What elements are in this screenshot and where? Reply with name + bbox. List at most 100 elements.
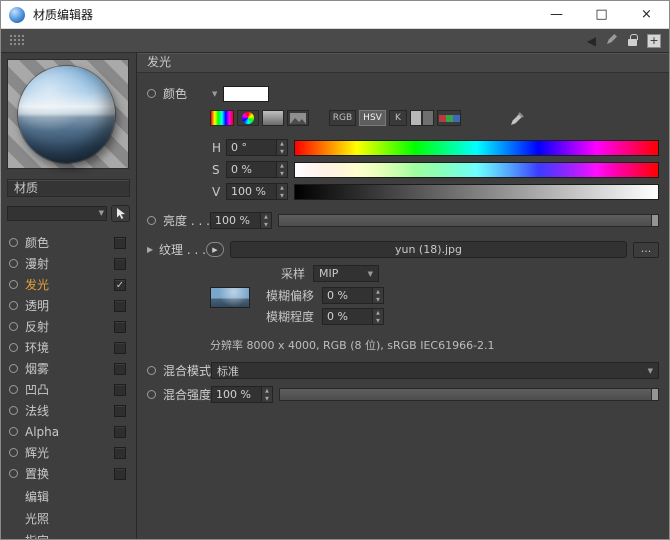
texture-file-field[interactable]: yun (18).jpg <box>230 241 627 258</box>
channel-item-environment[interactable]: 环境 <box>1 337 136 358</box>
texture-browse-button[interactable]: ... <box>633 242 659 258</box>
step-down-icon[interactable]: ▼ <box>374 296 382 302</box>
stepper-arrows[interactable]: ▲ ▼ <box>261 387 272 402</box>
slider-handle[interactable] <box>651 389 658 400</box>
image-picker-button[interactable] <box>287 110 309 126</box>
step-down-icon[interactable]: ▼ <box>278 192 286 198</box>
channel-checkbox[interactable] <box>114 426 126 438</box>
sidebar-section-assign[interactable]: 指定 <box>1 530 136 540</box>
step-down-icon[interactable]: ▼ <box>263 395 271 401</box>
texture-thumbnail[interactable] <box>210 287 250 308</box>
maximize-button[interactable]: □ <box>579 1 624 28</box>
channel-checkbox[interactable] <box>114 447 126 459</box>
keyframe-dot-icon[interactable] <box>147 366 156 375</box>
blur-offset-spinner[interactable]: 0 % ▲ ▼ <box>322 287 384 304</box>
stepper-arrows[interactable]: ▲ ▼ <box>372 309 383 324</box>
stepper-arrows[interactable]: ▲ ▼ <box>276 162 287 177</box>
channel-checkbox[interactable] <box>114 405 126 417</box>
brightness-slider[interactable] <box>278 214 659 227</box>
step-down-icon[interactable]: ▼ <box>278 170 286 176</box>
material-preview-sphere[interactable] <box>18 66 115 163</box>
minimize-button[interactable]: — <box>534 1 579 28</box>
channel-item-transparency[interactable]: 透明 <box>1 295 136 316</box>
channel-checkbox[interactable] <box>114 258 126 270</box>
channel-item-diffusion[interactable]: 漫射 <box>1 253 136 274</box>
hsv-mode-button[interactable]: HSV <box>359 110 386 126</box>
spectrum-picker-button[interactable] <box>210 110 234 126</box>
step-up-icon[interactable]: ▲ <box>263 388 271 394</box>
step-up-icon[interactable]: ▲ <box>262 214 270 220</box>
mix-mode-dropdown[interactable]: 标准 ▼ <box>211 362 659 379</box>
channel-item-displacement[interactable]: 置换 <box>1 463 136 484</box>
sidebar-section-edit[interactable]: 编辑 <box>1 486 136 508</box>
keyframe-dot-icon[interactable] <box>147 216 156 225</box>
stepper-arrows[interactable]: ▲ ▼ <box>276 140 287 155</box>
channel-item-alpha[interactable]: Alpha <box>1 421 136 442</box>
picker-mode-row: RGB HSV K <box>210 110 659 126</box>
texture-expander-icon[interactable]: ▶ <box>147 245 159 254</box>
color-wheel-button[interactable] <box>237 110 259 126</box>
texture-arrow-button[interactable]: ▶ <box>206 242 224 257</box>
pen-icon[interactable] <box>606 33 618 48</box>
stepper-arrows[interactable]: ▲ ▼ <box>372 288 383 303</box>
slider-handle[interactable] <box>651 215 658 226</box>
channel-item-color[interactable]: 颜色 <box>1 232 136 253</box>
channel-item-glow[interactable]: 辉光 <box>1 442 136 463</box>
channel-circle-icon <box>9 427 18 436</box>
mix-strength-spinner[interactable]: 100 % ▲ ▼ <box>211 386 273 403</box>
step-up-icon[interactable]: ▲ <box>374 289 382 295</box>
close-button[interactable]: × <box>624 1 669 28</box>
mixer-button[interactable] <box>410 110 434 126</box>
step-down-icon[interactable]: ▼ <box>262 221 270 227</box>
channel-checkbox[interactable]: ✓ <box>114 279 126 291</box>
saturation-spinner[interactable]: 0 % ▲ ▼ <box>226 161 288 178</box>
keyframe-dot-icon[interactable] <box>147 390 156 399</box>
step-up-icon[interactable]: ▲ <box>374 310 382 316</box>
sidebar-section-illumination[interactable]: 光照 <box>1 508 136 530</box>
channel-item-bump[interactable]: 凹凸 <box>1 379 136 400</box>
channel-item-reflectance[interactable]: 反射 <box>1 316 136 337</box>
hue-spinner[interactable]: 0 ° ▲ ▼ <box>226 139 288 156</box>
material-dropdown[interactable]: ▼ <box>7 206 107 221</box>
material-preview[interactable] <box>7 59 129 169</box>
channel-checkbox[interactable] <box>114 342 126 354</box>
blur-scale-spinner[interactable]: 0 % ▲ ▼ <box>322 308 384 325</box>
kelvin-mode-button[interactable]: K <box>389 110 407 126</box>
step-up-icon[interactable]: ▲ <box>278 163 286 169</box>
eyedropper-icon[interactable] <box>510 111 525 126</box>
saturation-gradient-slider[interactable] <box>294 162 659 178</box>
swatches-button[interactable] <box>437 110 461 126</box>
mix-strength-slider[interactable] <box>279 388 659 401</box>
keyframe-dot-icon[interactable] <box>147 89 156 98</box>
pick-material-button[interactable] <box>111 205 130 222</box>
channel-item-normal[interactable]: 法线 <box>1 400 136 421</box>
step-up-icon[interactable]: ▲ <box>278 141 286 147</box>
step-down-icon[interactable]: ▼ <box>374 317 382 323</box>
channel-checkbox[interactable] <box>114 300 126 312</box>
channel-checkbox[interactable] <box>114 384 126 396</box>
color-swatch[interactable] <box>223 86 269 102</box>
gray-picker-button[interactable] <box>262 110 284 126</box>
history-back-icon[interactable]: ◀ <box>587 35 596 47</box>
stepper-arrows[interactable]: ▲ ▼ <box>260 213 271 228</box>
color-expand-icon[interactable]: ▼ <box>212 90 217 98</box>
step-down-icon[interactable]: ▼ <box>278 148 286 154</box>
add-icon[interactable]: + <box>647 34 661 48</box>
drag-grip-icon[interactable] <box>9 34 25 47</box>
channel-item-luminance[interactable]: 发光✓ <box>1 274 136 295</box>
stepper-arrows[interactable]: ▲ ▼ <box>276 184 287 199</box>
channel-item-fog[interactable]: 烟雾 <box>1 358 136 379</box>
channel-checkbox[interactable] <box>114 468 126 480</box>
lock-icon[interactable] <box>628 39 637 46</box>
step-up-icon[interactable]: ▲ <box>278 185 286 191</box>
rgb-mode-button[interactable]: RGB <box>329 110 356 126</box>
hue-gradient-slider[interactable] <box>294 140 659 156</box>
sampling-dropdown[interactable]: MIP ▼ <box>313 265 379 282</box>
channel-checkbox[interactable] <box>114 321 126 333</box>
brightness-spinner[interactable]: 100 % ▲ ▼ <box>210 212 272 229</box>
value-gradient-slider[interactable] <box>294 184 659 200</box>
toolbar-right-icons: ◀ + <box>587 33 661 48</box>
value-spinner[interactable]: 100 % ▲ ▼ <box>226 183 288 200</box>
channel-checkbox[interactable] <box>114 237 126 249</box>
channel-checkbox[interactable] <box>114 363 126 375</box>
